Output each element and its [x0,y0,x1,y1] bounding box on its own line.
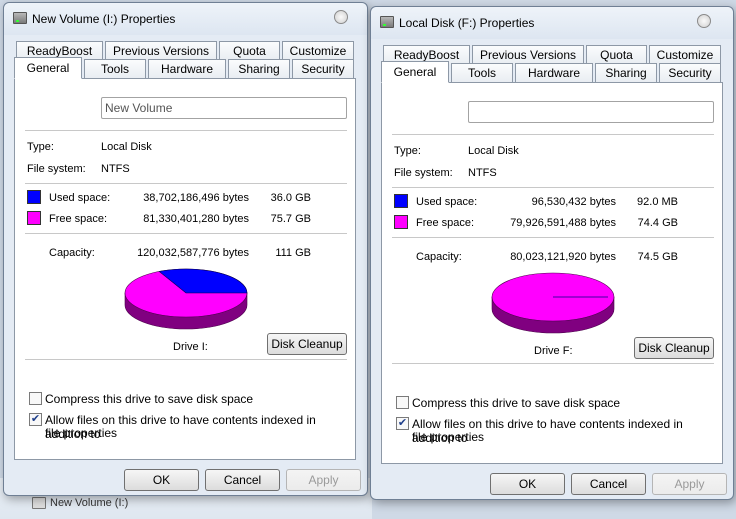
type-label: Type: [394,145,421,157]
used-space-bytes: 96,530,432 bytes [531,196,616,208]
used-space-label: Used space: [49,192,111,204]
volume-name-input[interactable] [468,101,714,123]
apply-button[interactable]: Apply [286,469,361,491]
separator [25,183,347,184]
tab-customize[interactable]: Customize [649,45,721,64]
tab-general[interactable]: General [14,57,82,79]
capacity-bytes: 80,023,121,920 bytes [510,251,616,263]
tab-previous-versions[interactable]: Previous Versions [105,41,217,60]
separator [392,363,714,364]
disk-cleanup-button[interactable]: Disk Cleanup [267,333,347,355]
capacity-size: 111 GB [275,247,311,259]
separator [25,359,347,360]
tab-previous-versions[interactable]: Previous Versions [472,45,584,64]
compress-label: Compress this drive to save disk space [45,392,254,406]
window-title: New Volume (I:) Properties [32,12,176,26]
free-space-swatch [27,211,41,225]
drive-label: Drive F: [534,345,573,357]
tab-customize[interactable]: Customize [282,41,354,60]
free-space-swatch [394,215,408,229]
separator [392,237,714,238]
title-bar[interactable]: New Volume (I:) Properties [4,3,367,35]
used-space-size: 92.0 MB [637,196,678,208]
tab-security[interactable]: Security [292,59,354,78]
drive-icon [32,497,46,509]
compress-label: Compress this drive to save disk space [412,396,621,410]
capacity-label: Capacity: [49,247,95,259]
used-space-bytes: 38,702,186,496 bytes [143,192,249,204]
compress-checkbox[interactable] [29,392,42,405]
compress-checkbox[interactable] [396,396,409,409]
disk-cleanup-button[interactable]: Disk Cleanup [634,337,714,359]
filesystem-value: NTFS [468,167,497,179]
cancel-button[interactable]: Cancel [205,469,280,491]
free-space-bytes: 81,330,401,280 bytes [143,213,249,225]
ok-button[interactable]: OK [490,473,565,495]
separator [25,130,347,131]
close-button[interactable] [697,14,711,28]
capacity-label: Capacity: [416,251,462,263]
free-space-size: 75.7 GB [270,213,311,225]
tab-general[interactable]: General [381,61,449,83]
background-drive-label: New Volume (I:) [50,497,129,509]
general-panel: Type: Local Disk File system: NTFS Used … [14,78,356,460]
used-space-size: 36.0 GB [270,192,311,204]
used-space-swatch [27,190,41,204]
tab-hardware[interactable]: Hardware [148,59,226,78]
ok-button[interactable]: OK [124,469,199,491]
tab-quota[interactable]: Quota [219,41,280,60]
drive-icon [13,12,27,24]
separator [25,233,347,234]
free-space-size: 74.4 GB [637,217,678,229]
general-panel: Type: Local Disk File system: NTFS Used … [381,82,723,464]
filesystem-value: NTFS [101,163,130,175]
volume-name-input[interactable] [101,97,347,119]
type-value: Local Disk [101,141,152,153]
separator [392,134,714,135]
tab-security[interactable]: Security [659,63,721,82]
cancel-button[interactable]: Cancel [571,473,646,495]
capacity-size: 74.5 GB [637,251,678,263]
type-value: Local Disk [468,145,519,157]
free-space-bytes: 79,926,591,488 bytes [510,217,616,229]
tab-hardware[interactable]: Hardware [515,63,593,82]
window-title: Local Disk (F:) Properties [399,16,535,30]
background-drive-item[interactable]: New Volume (I:) [28,494,368,514]
tab-sharing[interactable]: Sharing [228,59,290,78]
disk-usage-pie-chart [124,268,248,330]
tab-tools[interactable]: Tools [451,63,513,82]
close-button[interactable] [334,10,348,24]
filesystem-label: File system: [394,167,453,179]
index-checkbox[interactable]: ✔ [396,417,409,430]
properties-window-local-disk: Local Disk (F:) Properties ReadyBoost Pr… [370,6,734,500]
used-space-label: Used space: [416,196,478,208]
drive-label: Drive I: [173,341,208,353]
index-label-line2: file properties [412,430,485,444]
tab-tools[interactable]: Tools [84,59,146,78]
free-space-label: Free space: [49,213,108,225]
filesystem-label: File system: [27,163,86,175]
used-space-swatch [394,194,408,208]
drive-icon [380,16,394,28]
apply-button[interactable]: Apply [652,473,727,495]
free-space-label: Free space: [416,217,475,229]
type-label: Type: [27,141,54,153]
separator [392,187,714,188]
disk-usage-pie-chart [491,272,615,334]
title-bar[interactable]: Local Disk (F:) Properties [371,7,733,39]
index-label-line2: file properties [45,426,118,440]
index-checkbox[interactable]: ✔ [29,413,42,426]
properties-window-new-volume: New Volume (I:) Properties ReadyBoost Pr… [3,2,368,496]
capacity-bytes: 120,032,587,776 bytes [137,247,249,259]
tab-sharing[interactable]: Sharing [595,63,657,82]
tab-quota[interactable]: Quota [586,45,647,64]
